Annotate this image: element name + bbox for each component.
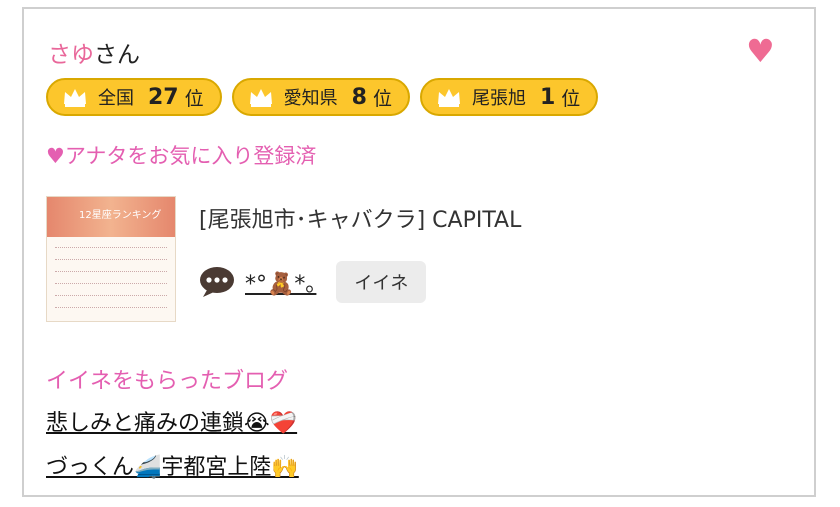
blog-link[interactable]: づっくん🚄宇都宮上陸🙌 <box>46 449 299 481</box>
rank-label: 全国 <box>98 88 134 109</box>
crown-icon <box>437 89 460 107</box>
comment-link[interactable]: *°🧸*｡ <box>245 266 316 298</box>
rank-number: 8 <box>351 84 367 110</box>
crown-icon <box>64 89 86 107</box>
iine-button[interactable]: イイネ <box>336 261 427 303</box>
crown-icon <box>249 89 272 107</box>
rank-label: 尾張旭 <box>471 88 526 109</box>
comment-row: *°🧸*｡ イイネ <box>199 261 427 303</box>
rank-badges: 全国 27 位 愛知県 8 位 尾張旭 1 位 <box>46 78 599 116</box>
rank-badge-city: 尾張旭 1 位 <box>419 78 599 116</box>
shop-name[interactable]: [尾張旭市･キャバクラ] CAPITAL <box>199 202 521 234</box>
favorite-status: ♥アナタをお気に入り登録済 <box>46 144 317 168</box>
rank-number: 27 <box>148 84 179 110</box>
thumbnail-title: 12星座ランキング <box>79 210 162 221</box>
rank-unit: 位 <box>372 87 392 110</box>
rank-badge-national: 全国 27 位 <box>46 78 222 116</box>
blog-thumbnail[interactable]: 12星座ランキング <box>46 196 176 322</box>
user-name: さゆさん <box>48 35 140 69</box>
liked-blogs-heading: イイネをもらったブログ <box>46 369 289 394</box>
blog-link[interactable]: 悲しみと痛みの連鎖😭❤️‍🩹 <box>46 405 297 437</box>
rank-badge-prefecture: 愛知県 8 位 <box>231 78 410 116</box>
user-name-text[interactable]: さゆ <box>48 42 94 68</box>
speech-bubble-icon <box>200 267 234 297</box>
heart-icon[interactable]: ♥ <box>746 35 775 67</box>
user-name-suffix: さん <box>94 42 140 68</box>
rank-number: 1 <box>539 84 556 110</box>
thumbnail-banner: 12星座ランキング <box>47 197 175 237</box>
rank-unit: 位 <box>561 87 581 110</box>
rank-label: 愛知県 <box>283 88 338 109</box>
rank-unit: 位 <box>184 87 204 110</box>
profile-card: さゆさん ♥ 全国 27 位 愛知県 8 位 尾張旭 1 位 ♥アナタをお気に入… <box>22 7 816 497</box>
